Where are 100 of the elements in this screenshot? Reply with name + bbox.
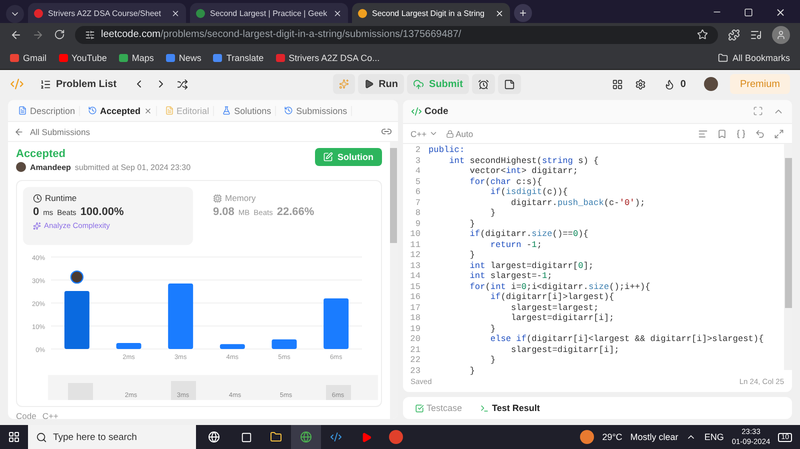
beats-percent: 100.00%	[80, 206, 124, 218]
profile-avatar[interactable]	[772, 26, 790, 44]
restore-icon[interactable]	[744, 8, 753, 16]
person-icon	[776, 30, 786, 40]
panel-tab[interactable]: Test Result	[474, 402, 546, 414]
bookmark[interactable]: YouTube	[58, 52, 107, 62]
layout-icon[interactable]	[612, 78, 624, 90]
folder-icon[interactable]	[270, 431, 282, 443]
panel-tab[interactable]: Solutions	[218, 106, 276, 116]
browser-tab[interactable]: Strivers A2Z DSA Course/Sheet	[28, 3, 186, 23]
timer-button[interactable]	[472, 74, 495, 94]
bar	[168, 283, 194, 349]
bookmark[interactable]: Maps	[118, 52, 154, 62]
checkbox-icon	[414, 404, 424, 412]
shuffle-icon[interactable]	[176, 78, 188, 90]
format-icon[interactable]	[698, 128, 708, 138]
braces-icon[interactable]	[736, 128, 746, 138]
back-icon[interactable]	[10, 28, 22, 40]
reset-icon[interactable]	[755, 128, 765, 138]
line-number: 3	[414, 156, 422, 166]
lock-icon	[446, 130, 454, 138]
play-icon[interactable]	[360, 432, 372, 442]
language-select[interactable]: C++	[410, 128, 438, 138]
submission-status: Accepted	[16, 148, 67, 160]
code-line: digitarr.push_back(c-'0');	[510, 198, 646, 208]
line-number: 20	[409, 334, 422, 344]
line-number: 6	[414, 187, 422, 198]
user-avatar[interactable]	[704, 77, 718, 91]
line-number: 12	[409, 250, 422, 260]
app-icon[interactable]	[389, 430, 403, 444]
metric-title: Runtime	[45, 193, 77, 203]
code-line: int secondHighest(string s) {	[448, 156, 599, 166]
search-field[interactable]: Type here to search	[28, 425, 196, 449]
maximize-icon[interactable]	[753, 106, 763, 116]
folder-icon	[718, 52, 728, 62]
clock-icon	[33, 194, 42, 202]
back-icon[interactable]	[14, 126, 24, 136]
expand-icon[interactable]	[774, 128, 784, 138]
line-number: 7	[414, 198, 422, 208]
panel-tab[interactable]: Submissions	[280, 106, 352, 116]
close-icon[interactable]	[775, 6, 786, 18]
close-icon[interactable]	[171, 8, 180, 18]
bar	[116, 343, 142, 349]
sparkle-icon	[33, 222, 41, 230]
flame-icon	[664, 78, 676, 90]
code-line: }	[468, 250, 475, 260]
browser-taskbar-button[interactable]	[291, 425, 321, 449]
edit-icon	[322, 152, 332, 162]
code-icon	[410, 106, 422, 117]
problem-list-button[interactable]: Problem List	[34, 74, 123, 94]
note-icon	[504, 78, 515, 90]
code-line: if(digitarr.size()==0){	[468, 229, 588, 240]
terminal-icon	[480, 404, 490, 412]
link-icon[interactable]	[380, 126, 392, 137]
code-line: int slargest=-1;	[468, 271, 552, 282]
site-settings-icon[interactable]	[85, 30, 95, 40]
browser-tab[interactable]: Second Largest Digit in a String	[352, 3, 510, 23]
all-submissions-link[interactable]: All Submissions	[30, 126, 90, 136]
auto-mode: Auto	[456, 128, 474, 138]
metric-title: Memory	[225, 193, 256, 203]
close-icon[interactable]	[333, 8, 342, 18]
bookmark[interactable]: Translate	[213, 52, 264, 62]
coins-counter[interactable]: 0	[658, 74, 692, 94]
notes-button[interactable]	[498, 74, 521, 94]
scrollbar[interactable]	[784, 144, 792, 370]
star-icon[interactable]	[697, 29, 708, 40]
code-line: slargest=largest;	[510, 302, 599, 313]
code-line: if(digitarr[i]>largest){	[489, 292, 614, 302]
code-line: }	[489, 208, 496, 218]
new-tab-button[interactable]: +	[514, 4, 532, 22]
panel-tab[interactable]: Accepted	[84, 106, 157, 116]
run-button[interactable]: Run	[358, 74, 404, 94]
author-name[interactable]: Amandeep	[30, 162, 71, 172]
bookmark[interactable]: News	[166, 52, 202, 62]
reload-icon[interactable]	[54, 29, 65, 40]
alarm-clock-icon	[478, 78, 489, 90]
bookmark[interactable]: Gmail	[10, 52, 47, 62]
windows-logo-icon	[8, 431, 20, 443]
line-number: 5	[414, 176, 422, 187]
bar	[272, 339, 297, 349]
browser-tab[interactable]: Second Largest | Practice | Geek	[190, 3, 348, 23]
task-view-icon[interactable]	[240, 432, 252, 442]
code-editor-icon[interactable]	[330, 431, 342, 443]
line-number: 21	[409, 344, 422, 355]
code-line: return -1;	[489, 240, 542, 250]
panel-tab[interactable]: Description	[14, 106, 80, 116]
bookmark-icon[interactable]	[717, 128, 727, 138]
media-icon[interactable]	[750, 28, 762, 40]
avatar-marker	[70, 270, 84, 284]
line-number: 2	[414, 145, 422, 156]
settings-icon[interactable]	[635, 78, 646, 90]
language-indicator[interactable]: ENG	[704, 432, 724, 442]
forward-icon[interactable]	[32, 28, 44, 40]
code-line: largest=digitarr[i];	[510, 313, 614, 324]
address-bar[interactable]: leetcode.com/problems/second-largest-digit-in-a-string/submissions/1375669487/	[75, 26, 718, 44]
code-line: if(isdigit(c)){	[489, 187, 568, 198]
flask-icon	[222, 106, 232, 115]
extensions-icon[interactable]	[728, 28, 740, 40]
all-bookmarks[interactable]: All Bookmarks	[718, 52, 790, 62]
bookmark[interactable]: Strivers A2Z DSA Co...	[276, 52, 380, 62]
